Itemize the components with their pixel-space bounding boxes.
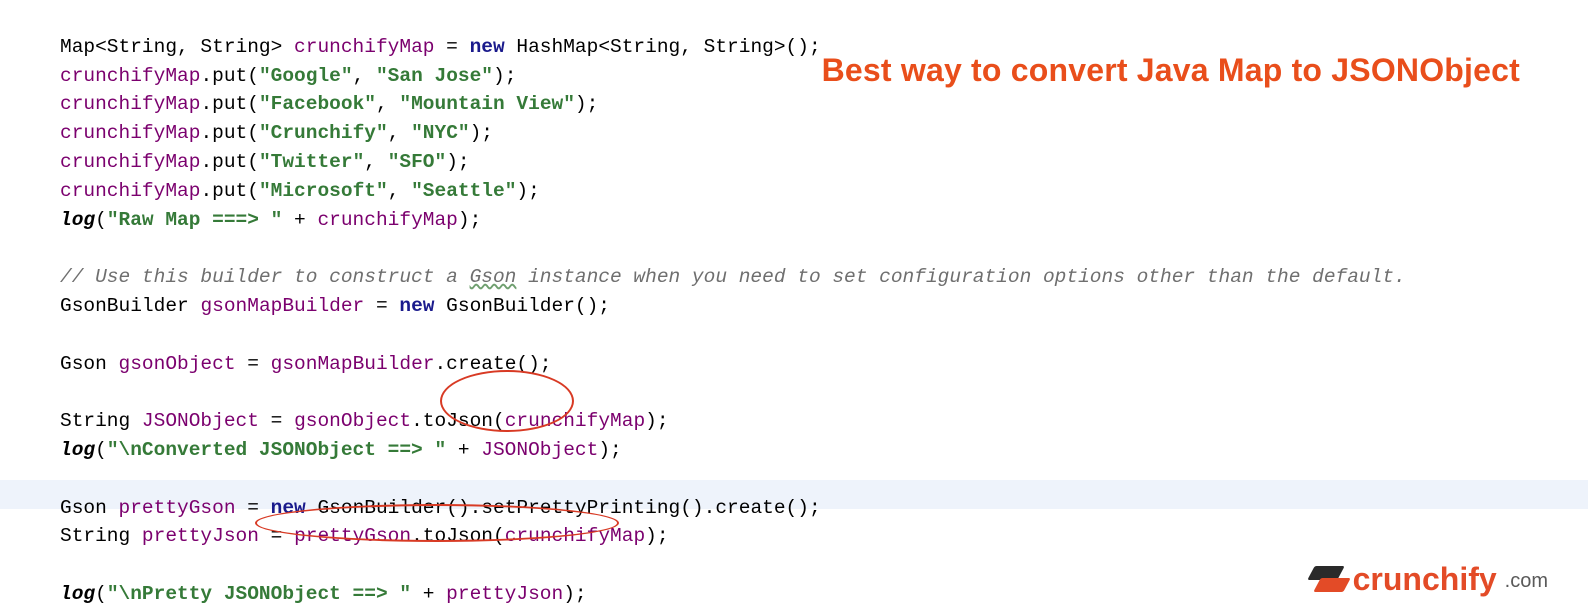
- code-line: Map<String, String> crunchifyMap = new H…: [60, 36, 821, 58]
- code-line: GsonBuilder gsonMapBuilder = new GsonBui…: [60, 295, 610, 317]
- code-line: log("\nConverted JSONObject ==> " + JSON…: [60, 439, 622, 461]
- code-comment: // Use this builder to construct a Gson …: [60, 266, 1406, 288]
- code-line: String JSONObject = gsonObject.toJson(cr…: [60, 410, 669, 432]
- code-line: crunchifyMap.put("Crunchify", "NYC");: [60, 122, 493, 144]
- code-line: crunchifyMap.put("Twitter", "SFO");: [60, 151, 470, 173]
- code-line: crunchifyMap.put("Microsoft", "Seattle")…: [60, 180, 540, 202]
- code-line: String prettyJson = prettyGson.toJson(cr…: [60, 525, 669, 547]
- code-line: Gson gsonObject = gsonMapBuilder.create(…: [60, 353, 552, 375]
- code-line: crunchifyMap.put("Facebook", "Mountain V…: [60, 93, 598, 115]
- code-line: Gson prettyGson = new GsonBuilder().setP…: [60, 497, 821, 519]
- logo-brand: crunchify: [1353, 565, 1497, 594]
- crunchify-logo: crunchify .com: [1307, 565, 1548, 594]
- code-line: crunchifyMap.put("Google", "San Jose");: [60, 65, 516, 87]
- code-block: Map<String, String> crunchifyMap = new H…: [60, 4, 1406, 609]
- crunchify-logo-icon: [1307, 566, 1345, 594]
- logo-suffix: .com: [1505, 567, 1548, 596]
- code-line: log("\nPretty JSONObject ==> " + prettyJ…: [60, 583, 587, 605]
- code-line: log("Raw Map ===> " + crunchifyMap);: [60, 209, 481, 231]
